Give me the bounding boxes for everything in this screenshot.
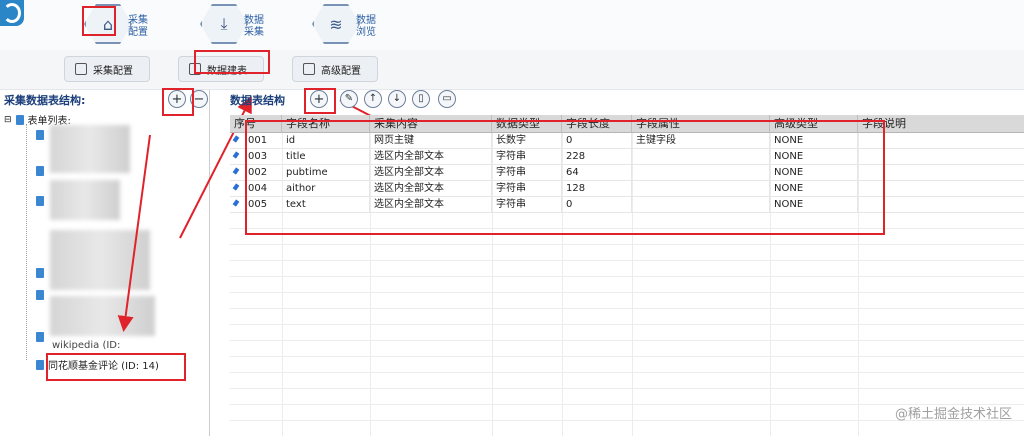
watermark: @稀土掘金技术社区 — [894, 407, 1012, 422]
pin-icon — [232, 168, 240, 178]
empty-row — [230, 277, 1024, 293]
annotation-box — [304, 88, 336, 114]
delete-field-icon[interactable]: ▯ — [412, 90, 430, 108]
empty-row — [230, 357, 1024, 373]
empty-row — [230, 341, 1024, 357]
empty-row — [230, 261, 1024, 277]
pin-icon — [232, 136, 240, 146]
save-icon[interactable]: ▭ — [438, 90, 456, 108]
empty-row — [230, 309, 1024, 325]
pin-icon — [232, 152, 240, 162]
arrow — [117, 134, 151, 332]
move-down-icon[interactable]: ↓ — [388, 90, 406, 108]
pin-icon — [232, 200, 240, 210]
annotation-box — [245, 120, 885, 235]
empty-row — [230, 373, 1024, 389]
pin-icon — [232, 184, 240, 194]
move-up-icon[interactable]: ↑ — [364, 90, 382, 108]
edit-field-icon[interactable]: ✎ — [340, 90, 358, 108]
empty-row — [230, 325, 1024, 341]
right-panel-title: 数据表结构 — [230, 94, 285, 107]
empty-row — [230, 293, 1024, 309]
empty-row — [230, 245, 1024, 261]
